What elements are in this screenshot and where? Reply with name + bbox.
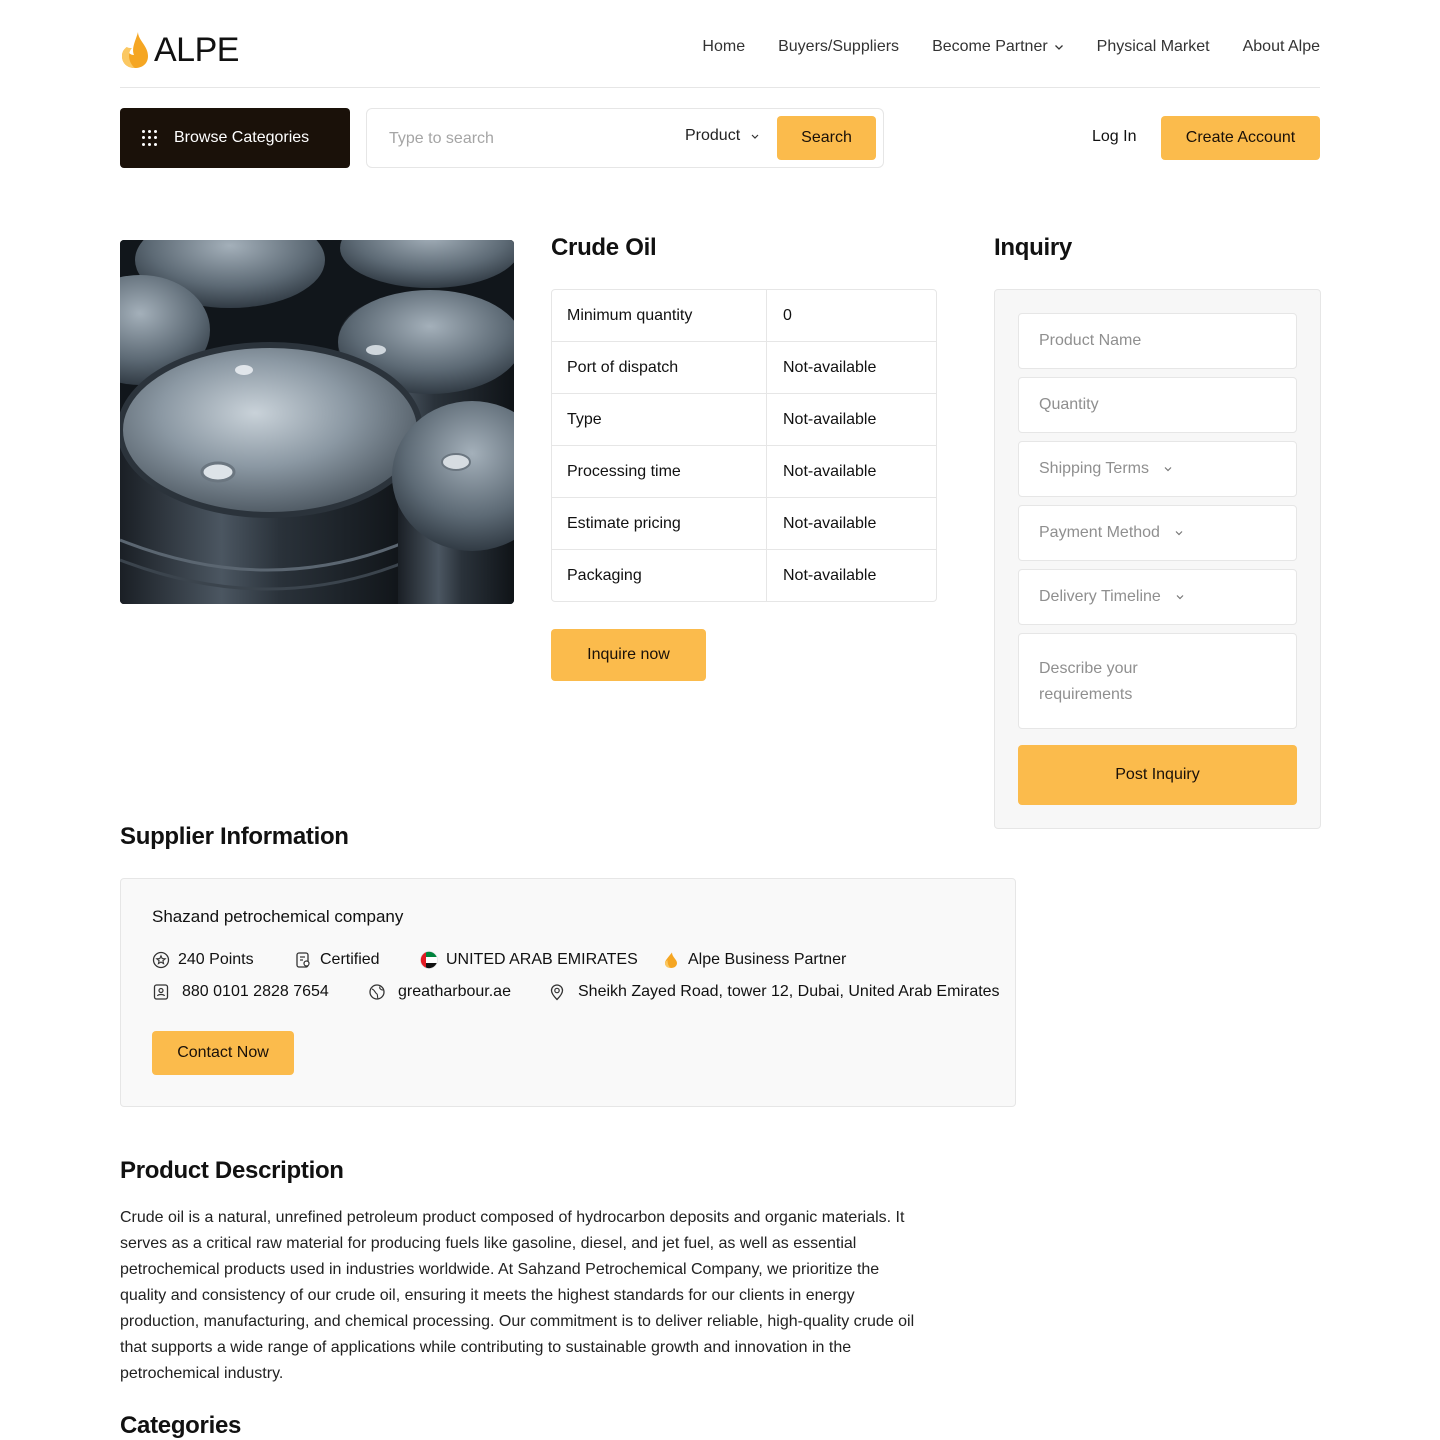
payment-method-select[interactable]: Payment Method (1018, 505, 1297, 561)
table-row: Estimate pricing Not-available (552, 498, 936, 550)
payment-method-placeholder: Payment Method (1039, 524, 1160, 541)
supplier-card: Shazand petrochemical company 240 Points… (120, 878, 1016, 1107)
chevron-down-icon (1054, 45, 1063, 50)
spec-key: Packaging (552, 550, 767, 601)
spec-key: Port of dispatch (552, 342, 767, 393)
spec-key: Processing time (552, 446, 767, 497)
oil-drop-logo-icon (122, 32, 148, 68)
delivery-timeline-select[interactable]: Delivery Timeline (1018, 569, 1297, 625)
product-specs-table: Minimum quantity 0 Port of dispatch Not-… (551, 289, 937, 602)
spec-value: Not-available (783, 514, 877, 532)
nav-label: Become Partner (932, 38, 1048, 55)
product-description: Crude oil is a natural, unrefined petrol… (120, 1209, 915, 1382)
spec-value: Not-available (783, 410, 877, 428)
certified-meta: Certified (294, 951, 420, 969)
uae-flag-icon (420, 951, 438, 969)
search-button[interactable]: Search (777, 116, 876, 160)
nav-home[interactable]: Home (702, 38, 745, 56)
product-image (120, 240, 514, 604)
delivery-timeline-placeholder: Delivery Timeline (1039, 588, 1161, 605)
nav-physical-market[interactable]: Physical Market (1097, 38, 1210, 56)
categories-section-title: Categories (120, 1412, 242, 1439)
table-row: Processing time Not-available (552, 446, 936, 498)
oil-barrels-photo-icon (120, 240, 514, 604)
table-row: Type Not-available (552, 394, 936, 446)
nav-buyers-suppliers[interactable]: Buyers/Suppliers (778, 38, 899, 56)
alpe-logo[interactable]: ALPE (120, 28, 239, 72)
supplier-partner: Alpe Business Partner (688, 951, 847, 968)
browse-categories-button[interactable]: Browse Categories (120, 108, 350, 168)
chevron-down-icon (1176, 595, 1184, 600)
grid-dots-icon (142, 130, 158, 146)
nav-about-alpe[interactable]: About Alpe (1243, 38, 1320, 56)
nav-label: Physical Market (1096, 38, 1210, 55)
certificate-icon (296, 952, 310, 968)
nav-label: Home (702, 38, 746, 55)
spec-key: Minimum quantity (552, 290, 767, 341)
nav-label: Buyers/Suppliers (778, 38, 900, 55)
address-meta: Sheikh Zayed Road, tower 12, Dubai, Unit… (548, 983, 1000, 1001)
spec-key: Estimate pricing (552, 498, 767, 549)
supplier-phone[interactable]: 880 0101 2828 7654 (182, 983, 329, 1001)
search-bar: Product Search (366, 108, 884, 168)
requirements-textarea[interactable]: Describe your requirements (1018, 633, 1297, 729)
nav-label: About Alpe (1242, 38, 1320, 55)
top-navigation-bar: ALPE Home Buyers/Suppliers Become Partne… (120, 0, 1320, 88)
table-row: Port of dispatch Not-available (552, 342, 936, 394)
chevron-down-icon (751, 134, 759, 139)
supplier-country: UNITED ARAB EMIRATES (446, 951, 638, 968)
phone-meta: 880 0101 2828 7654 (152, 983, 368, 1001)
search-scope-value: Product (685, 127, 741, 144)
spec-value: Not-available (783, 358, 877, 376)
globe-icon (369, 984, 385, 1000)
post-inquiry-button[interactable]: Post Inquiry (1018, 745, 1297, 805)
description-section-title: Product Description (120, 1157, 344, 1184)
partner-meta: Alpe Business Partner (662, 951, 846, 969)
contact-now-button[interactable]: Contact Now (152, 1031, 294, 1075)
shipping-terms-select[interactable]: Shipping Terms (1018, 441, 1297, 497)
search-scope-select[interactable]: Product (685, 127, 760, 145)
nav-become-partner[interactable]: Become Partner (932, 38, 1064, 56)
points-meta: 240 Points (152, 951, 294, 969)
product-name-field[interactable]: Product Name (1018, 313, 1297, 369)
supplier-website[interactable]: greatharbour.ae (398, 983, 511, 1001)
inquiry-form: Product Name Quantity Shipping Terms Pay… (994, 289, 1321, 829)
supplier-name: Shazand petrochemical company (152, 907, 404, 926)
table-row: Packaging Not-available (552, 550, 936, 601)
phone-contact-icon (153, 984, 169, 1000)
location-pin-icon (550, 984, 564, 1001)
supplier-address: Sheikh Zayed Road, tower 12, Dubai, Unit… (578, 983, 1000, 1000)
oil-drop-icon (665, 952, 677, 968)
chevron-down-icon (1164, 467, 1172, 472)
main-nav: Home Buyers/Suppliers Become Partner Phy… (702, 38, 1320, 56)
supplier-points: 240 Points (178, 951, 254, 968)
country-meta: UNITED ARAB EMIRATES (420, 951, 662, 969)
spec-value: Not-available (783, 462, 877, 480)
inquire-now-button[interactable]: Inquire now (551, 629, 706, 681)
supplier-certified: Certified (320, 951, 380, 968)
search-input[interactable] (389, 127, 649, 151)
quantity-field[interactable]: Quantity (1018, 377, 1297, 433)
login-link[interactable]: Log In (1092, 128, 1136, 146)
product-title: Crude Oil (551, 234, 657, 261)
chevron-down-icon (1175, 531, 1183, 536)
brand-name: ALPE (154, 30, 239, 69)
inquiry-title: Inquiry (994, 234, 1072, 261)
table-row: Minimum quantity 0 (552, 290, 936, 342)
spec-value: 0 (783, 306, 792, 324)
supplier-contact-row: 880 0101 2828 7654 greatharbour.ae Sheik… (152, 983, 1000, 1001)
create-account-button[interactable]: Create Account (1161, 116, 1320, 160)
supplier-section-title: Supplier Information (120, 823, 349, 850)
shipping-terms-placeholder: Shipping Terms (1039, 460, 1149, 477)
spec-key: Type (552, 394, 767, 445)
website-meta: greatharbour.ae (368, 983, 548, 1001)
browse-categories-label: Browse Categories (174, 129, 310, 146)
spec-value: Not-available (783, 566, 877, 584)
supplier-meta-row: 240 Points Certified UNITED ARAB EMIRATE… (152, 951, 846, 969)
star-badge-icon (152, 951, 170, 969)
